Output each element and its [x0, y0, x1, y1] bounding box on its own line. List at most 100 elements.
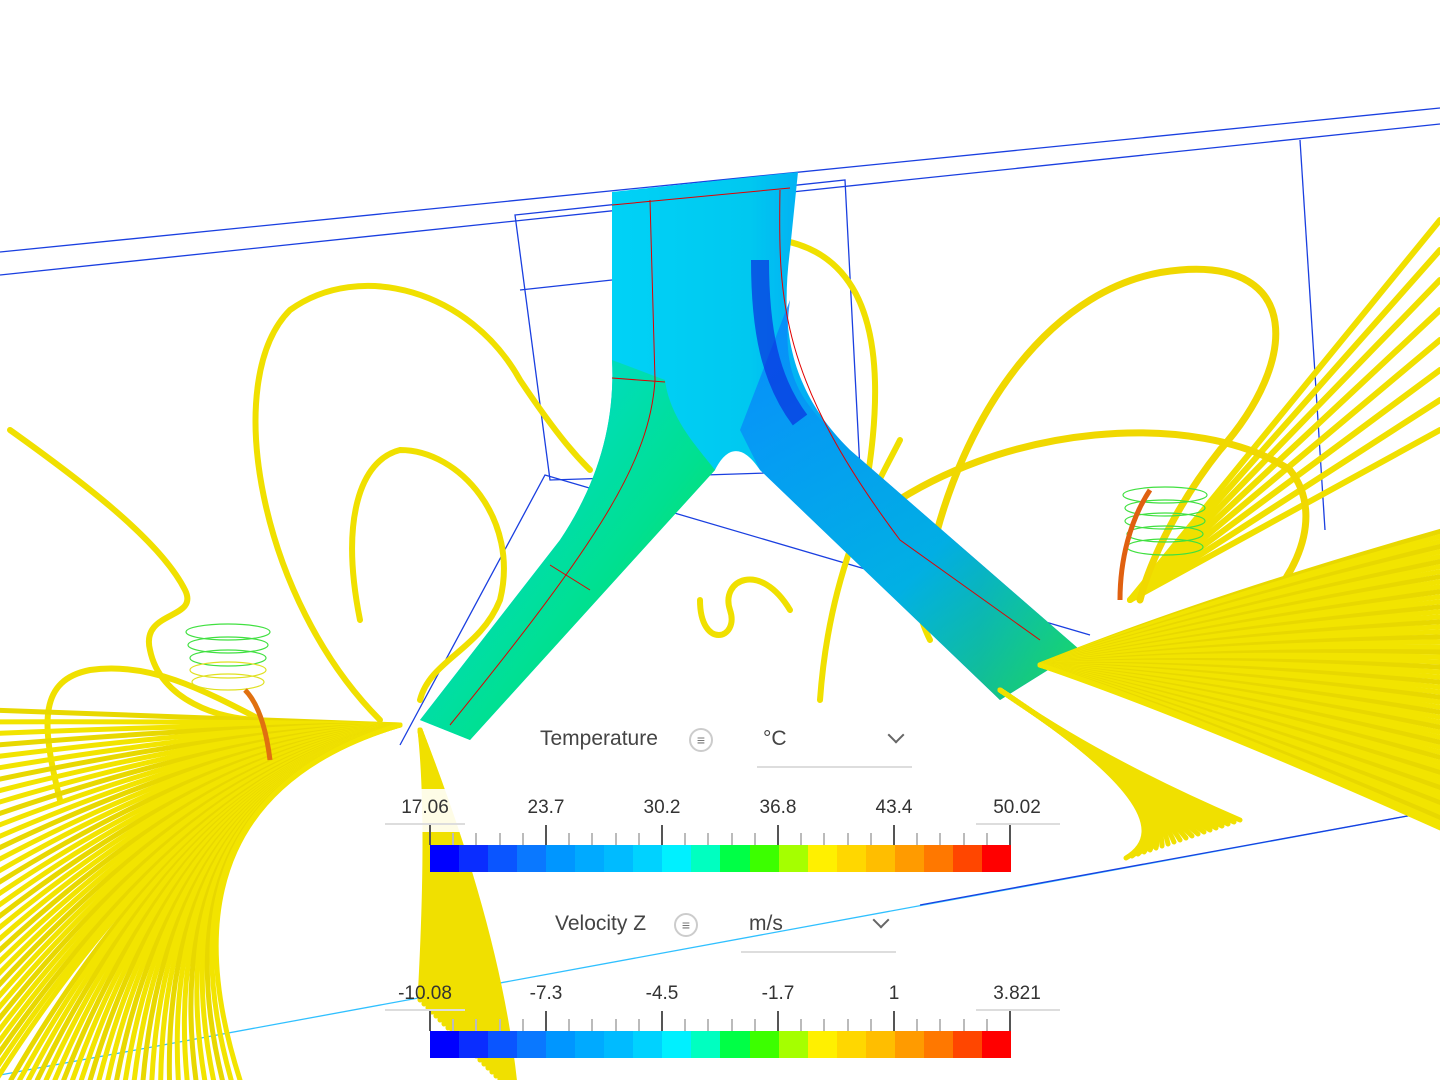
- scale-tick: [475, 833, 478, 845]
- colormap-band: [952, 845, 982, 872]
- colormap-band: [865, 1031, 895, 1058]
- scale-tick: [730, 1019, 733, 1031]
- scale-tick: [521, 1019, 524, 1031]
- scale-label: -7.3: [529, 983, 563, 1004]
- scale-label: -10.08: [398, 983, 452, 1004]
- scale-label: 43.4: [875, 797, 913, 818]
- scale-tick: [1009, 1011, 1011, 1031]
- colormap-band: [691, 845, 721, 872]
- velocity-unit-underline: [741, 951, 896, 953]
- scale-tick: [429, 1011, 431, 1031]
- scale-tick: [846, 833, 849, 845]
- temperature-unit-select[interactable]: °C: [763, 727, 787, 751]
- scale-label: 30.2: [643, 797, 681, 818]
- scale-tick: [823, 833, 826, 845]
- scale-label: 23.7: [527, 797, 565, 818]
- scale-tick: [614, 1019, 617, 1031]
- scale-tick: [637, 833, 640, 845]
- scale-label: -1.7: [761, 983, 795, 1004]
- scale-tick: [591, 1019, 594, 1031]
- scale-label: 36.8: [759, 797, 797, 818]
- scale-tick: [869, 833, 872, 845]
- scale-tick: [1009, 825, 1011, 845]
- scale-tick: [452, 1019, 455, 1031]
- scale-tick: [893, 825, 895, 845]
- colormap-band: [604, 1031, 634, 1058]
- colormap-band: [923, 1031, 953, 1058]
- colormap-band: [923, 845, 953, 872]
- colormap-band: [836, 1031, 866, 1058]
- scale-tick: [429, 825, 431, 845]
- scale-tick: [777, 825, 779, 845]
- colormap-band: [517, 845, 547, 872]
- scale-tick: [498, 1019, 501, 1031]
- scale-tick: [452, 833, 455, 845]
- colormap-band: [981, 845, 1011, 872]
- colormap-band: [517, 1031, 547, 1058]
- scale-tick: [962, 1019, 965, 1031]
- 3d-viewport[interactable]: [0, 0, 1440, 1080]
- scale-tick: [545, 1011, 547, 1031]
- colormap-bar: [430, 1031, 1011, 1058]
- scale-tick: [521, 833, 524, 845]
- colormap-band: [720, 845, 750, 872]
- scale-tick: [498, 833, 501, 845]
- scale-tick: [661, 825, 663, 845]
- temperature-unit-underline: [757, 766, 912, 768]
- temperature-legend-scale-panel: [338, 789, 1078, 832]
- scale-tick: [916, 833, 919, 845]
- scale-tick: [939, 1019, 942, 1031]
- streamline: [697, 576, 793, 638]
- colormap-band: [546, 1031, 576, 1058]
- colormap-band: [459, 1031, 489, 1058]
- colormap-band: [488, 1031, 518, 1058]
- scale-tick: [962, 833, 965, 845]
- menu-lines-icon[interactable]: ≡: [674, 913, 698, 937]
- colormap-band: [604, 845, 634, 872]
- scale-tick: [893, 1011, 895, 1031]
- scale-tick: [869, 1019, 872, 1031]
- scale-tick: [614, 833, 617, 845]
- colormap-band: [459, 845, 489, 872]
- scale-tick: [591, 833, 594, 845]
- minmax-underline: [385, 1009, 465, 1011]
- velocity-unit-select[interactable]: m/s: [749, 912, 783, 936]
- minmax-underline: [385, 823, 465, 825]
- streamline: [7, 427, 263, 723]
- colormap-band: [894, 845, 924, 872]
- scale-label: 50.02: [993, 797, 1041, 818]
- scale-tick: [939, 833, 942, 845]
- scale-tick: [800, 833, 803, 845]
- minmax-underline: [976, 1009, 1060, 1011]
- colormap-band: [691, 1031, 721, 1058]
- colormap-band: [633, 845, 663, 872]
- colormap-band: [633, 1031, 663, 1058]
- scale-tick: [568, 833, 571, 845]
- colormap-band: [488, 845, 518, 872]
- scale-tick: [637, 1019, 640, 1031]
- scale-tick: [916, 1019, 919, 1031]
- scale-tick: [661, 1011, 663, 1031]
- colormap-band: [894, 1031, 924, 1058]
- colormap-band: [836, 845, 866, 872]
- colormap-band: [865, 845, 895, 872]
- scale-tick: [823, 1019, 826, 1031]
- colormap-band: [575, 1031, 605, 1058]
- colormap-band: [430, 1031, 460, 1058]
- colormap-band: [720, 1031, 750, 1058]
- colormap-band: [807, 1031, 837, 1058]
- menu-lines-icon[interactable]: ≡: [689, 728, 713, 752]
- scale-tick: [985, 1019, 988, 1031]
- colormap-band: [952, 1031, 982, 1058]
- colormap-band: [749, 845, 779, 872]
- colormap-band: [749, 1031, 779, 1058]
- colormap-band: [430, 845, 460, 872]
- scale-tick: [753, 833, 756, 845]
- scale-tick: [777, 1011, 779, 1031]
- scale-tick: [985, 833, 988, 845]
- colormap-band: [778, 845, 808, 872]
- scale-tick: [684, 1019, 687, 1031]
- colormap-band: [778, 1031, 808, 1058]
- scale-tick: [568, 1019, 571, 1031]
- scale-label: 17.06: [401, 797, 449, 818]
